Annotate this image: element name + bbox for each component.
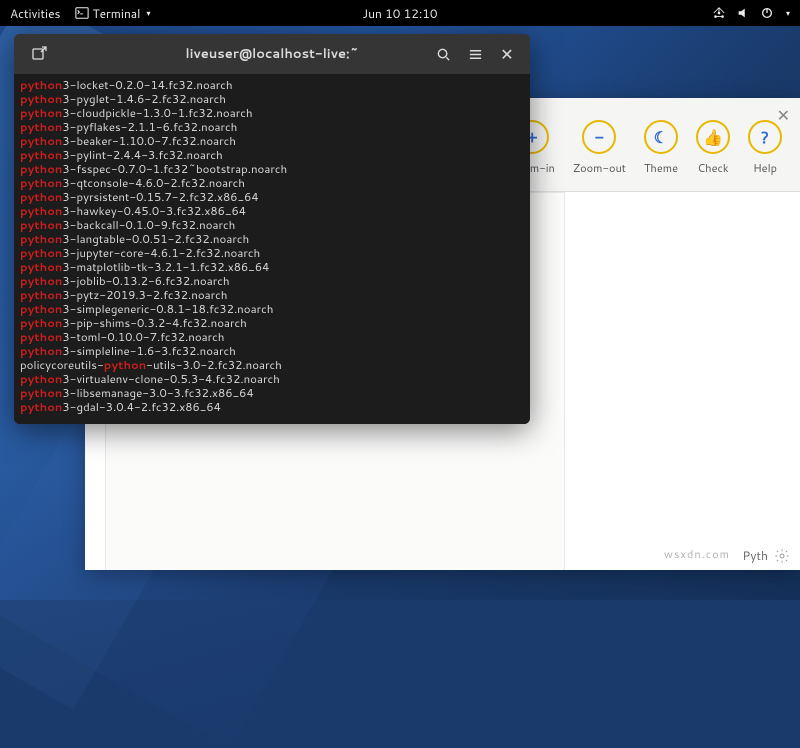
theme-icon: ☾ (644, 120, 678, 154)
check-icon: 👍 (696, 120, 730, 154)
search-icon (436, 47, 451, 62)
system-menu-chevron-icon[interactable]: ▾ (786, 7, 790, 19)
app-menu[interactable]: Terminal ▾ (75, 5, 151, 22)
activities-button[interactable]: Activities (10, 5, 61, 22)
watermark-text: wsxdn.com (664, 546, 730, 562)
help-tool-label: Check (697, 160, 728, 176)
zoom-out-icon: − (582, 120, 616, 154)
terminal-line: python3-gdal-3.0.4-2.fc32.x86_64 (20, 400, 524, 414)
gnome-top-bar: Activities Terminal ▾ Jun 10 12:10 ▾ (0, 0, 800, 26)
app-menu-label: Terminal (93, 5, 141, 22)
power-icon[interactable] (760, 6, 774, 20)
terminal-header-bar[interactable]: liveuser@localhost-live:~ ✕ (14, 34, 530, 74)
help-tool-help[interactable]: ? Help (748, 120, 782, 176)
help-tool-check[interactable]: 👍 Check (696, 120, 730, 176)
help-tool-label: Zoom-out (573, 160, 626, 176)
help-icon: ? (748, 120, 782, 154)
help-tool-theme[interactable]: ☾ Theme (644, 120, 678, 176)
new-tab-button[interactable] (24, 39, 54, 69)
help-tool-label: Theme (644, 160, 678, 176)
volume-icon[interactable] (736, 6, 750, 20)
help-tool-label: Help (753, 160, 777, 176)
clock[interactable]: Jun 10 12:10 (363, 5, 438, 22)
help-footer: Pyth (742, 547, 790, 564)
terminal-window[interactable]: liveuser@localhost-live:~ ✕ python3-lock… (14, 34, 530, 424)
help-footer-text: Pyth (742, 547, 768, 564)
hamburger-menu-button[interactable] (460, 39, 490, 69)
terminal-output[interactable]: python3-locket-0.2.0-14.fc32.noarchpytho… (14, 74, 530, 424)
close-icon: ✕ (500, 43, 513, 66)
terminal-title: liveuser@localhost-live:~ (185, 45, 358, 63)
window-close-button[interactable]: ✕ (492, 39, 522, 69)
new-tab-icon (31, 46, 47, 62)
hamburger-icon (468, 47, 483, 62)
search-button[interactable] (428, 39, 458, 69)
network-icon[interactable] (712, 6, 726, 20)
terminal-app-icon (75, 6, 89, 20)
gear-icon[interactable] (774, 548, 790, 564)
chevron-down-icon: ▾ (146, 7, 150, 19)
help-tool-zoom-out[interactable]: − Zoom-out (573, 120, 626, 176)
